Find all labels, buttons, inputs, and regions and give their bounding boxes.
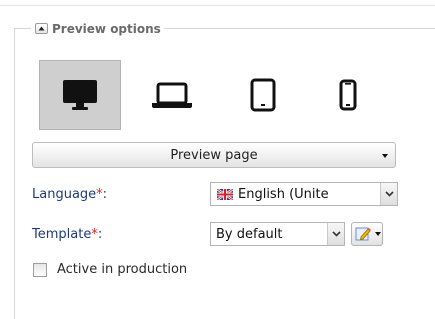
template-select[interactable]: By default (210, 222, 345, 246)
chevron-down-icon (384, 191, 394, 197)
triangle-up-icon (38, 26, 45, 31)
uk-flag-icon (217, 188, 233, 200)
template-label: Template*: (32, 227, 103, 242)
chevron-down-icon (331, 231, 341, 237)
top-separator (0, 5, 435, 6)
device-tablet-button[interactable] (222, 60, 304, 130)
laptop-icon (152, 82, 192, 108)
desktop-monitor-icon (63, 80, 97, 110)
caret-down-icon (375, 232, 381, 236)
active-in-production-label[interactable]: Active in production (57, 262, 187, 277)
device-laptop-button[interactable] (131, 60, 213, 130)
panel-title: Preview options (52, 21, 161, 36)
preview-options-legend: Preview options (31, 20, 164, 37)
preview-page-button[interactable]: Preview page (32, 142, 396, 168)
language-label: Language*: (32, 187, 108, 202)
language-dropdown-arrow[interactable] (380, 183, 397, 205)
smartphone-icon (339, 79, 357, 111)
template-dropdown-arrow[interactable] (327, 223, 344, 245)
preview-page-label: Preview page (170, 147, 258, 163)
device-phone-button[interactable] (307, 60, 389, 130)
language-select[interactable]: English (Unite (210, 182, 398, 206)
language-value: English (Unite (238, 186, 329, 202)
collapse-toggle-button[interactable] (35, 23, 48, 34)
active-in-production-checkbox[interactable] (33, 263, 47, 277)
tablet-icon (250, 78, 276, 112)
chevron-down-icon[interactable] (382, 154, 388, 158)
edit-pencil-icon (355, 227, 371, 241)
device-desktop-button[interactable] (39, 60, 121, 130)
template-value: By default (216, 226, 283, 242)
template-edit-button[interactable] (351, 222, 383, 246)
